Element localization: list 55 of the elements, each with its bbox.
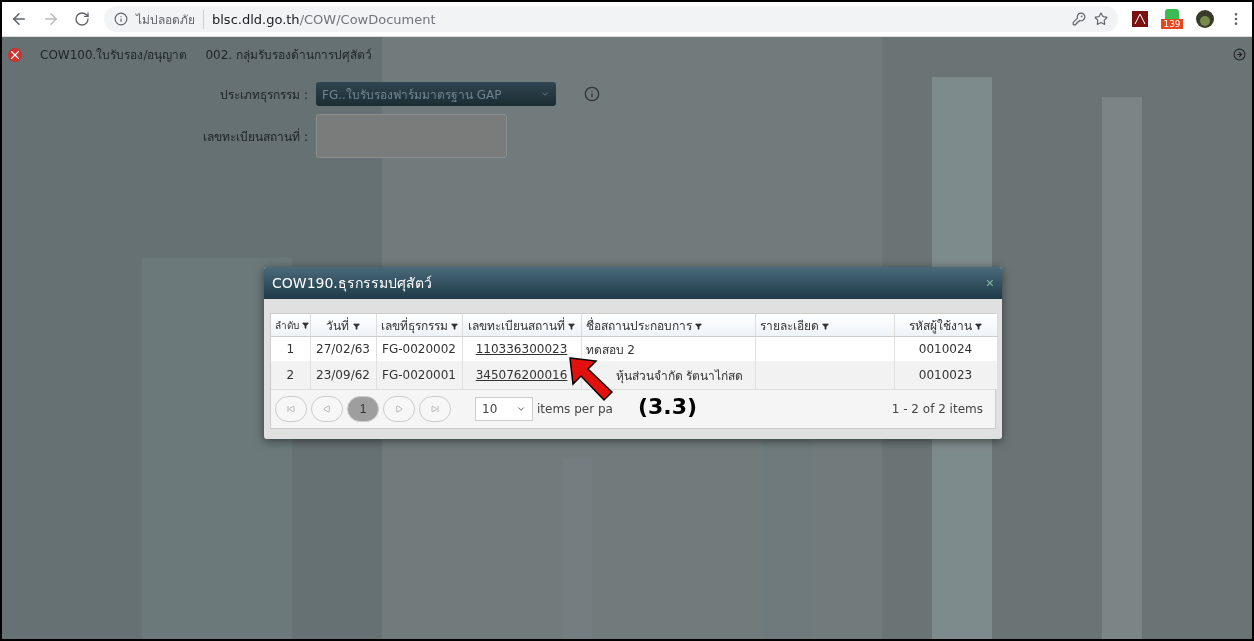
column-header[interactable]: ลำดับ: [271, 314, 310, 337]
column-header[interactable]: รายละเอียด: [755, 314, 894, 337]
page-button[interactable]: 1: [347, 396, 379, 422]
right-triangle-icon: [395, 405, 403, 413]
pager-summary: 1 - 2 of 2 items: [891, 402, 984, 416]
table-cell: 0010024: [894, 336, 997, 361]
arrow-drawing: [569, 357, 614, 402]
filter-icon[interactable]: [568, 322, 576, 330]
filter-icon[interactable]: [352, 322, 360, 330]
security-label: ไม่ปลอดภัย: [136, 9, 204, 29]
table-cell: 2: [271, 361, 310, 389]
column-header[interactable]: ชื่อสถานประกอบการ: [581, 314, 755, 337]
address-bar[interactable]: ไม่ปลอดภัย blsc.dld.go.th/COW/CowDocument: [104, 6, 1118, 32]
skip-back-icon: [287, 405, 295, 413]
breadcrumb-item: COW100.ใบรับรอง/อนุญาต: [40, 47, 188, 64]
skip-forward-icon: [431, 405, 439, 413]
caret-icon: [516, 404, 526, 414]
avatar-icon[interactable]: [1196, 10, 1214, 28]
dialog-title: COW190.ธุรกรรมปศุสัตว์: [272, 274, 432, 294]
left-triangle-icon: [323, 405, 331, 413]
back-icon[interactable]: [10, 10, 28, 28]
table-cell: 23/09/62: [310, 361, 376, 389]
table-cell: 0010023: [894, 361, 997, 389]
close-button[interactable]: ×: [985, 275, 994, 291]
filter-icon[interactable]: [822, 322, 830, 330]
column-header[interactable]: เลขที่ธุรกรรม: [376, 314, 462, 337]
pdf-extension-icon[interactable]: [1132, 11, 1148, 27]
info-icon: [114, 12, 128, 26]
caret-icon: [540, 89, 550, 99]
filter-icon[interactable]: [302, 321, 310, 329]
table-cell: 1: [271, 336, 310, 361]
column-header[interactable]: วันที่: [310, 314, 376, 337]
filter-icon[interactable]: [975, 322, 983, 330]
reload-icon[interactable]: [74, 11, 90, 27]
page-size-label: items per pa: [537, 402, 613, 416]
table-cell: FG-0020002: [376, 336, 462, 361]
url-path: /COW/CowDocument: [299, 11, 436, 27]
table-cell: หุ้นส่วนจำกัด รัตนาไก่สด: [581, 361, 755, 389]
key-icon[interactable]: [1072, 12, 1086, 26]
field-label: เลขทะเบียนสถานที่ :: [202, 127, 308, 146]
extension-badge: 139: [1161, 19, 1183, 29]
filter-icon[interactable]: [451, 322, 459, 330]
field-label: ประเภทธุรกรรม :: [219, 86, 308, 104]
page-size-select[interactable]: 10: [475, 397, 533, 421]
input-field[interactable]: [316, 114, 507, 158]
star-icon[interactable]: [1094, 12, 1108, 26]
table-cell: FG-0020001: [376, 361, 462, 389]
column-header[interactable]: รหัสผู้ใช้งาน: [894, 314, 997, 337]
annotation-label: (3.3): [638, 394, 698, 419]
url-host: blsc.dld.go.th: [212, 11, 300, 27]
info-icon[interactable]: [584, 86, 600, 102]
column-header[interactable]: เลขทะเบียนสถานที่: [462, 314, 581, 337]
filter-icon[interactable]: [695, 322, 703, 330]
breadcrumb-item: 002. กลุ่มรับรองด้านการปศุสัตว์: [205, 47, 372, 64]
table-cell: ทดสอบ 2: [581, 336, 755, 361]
